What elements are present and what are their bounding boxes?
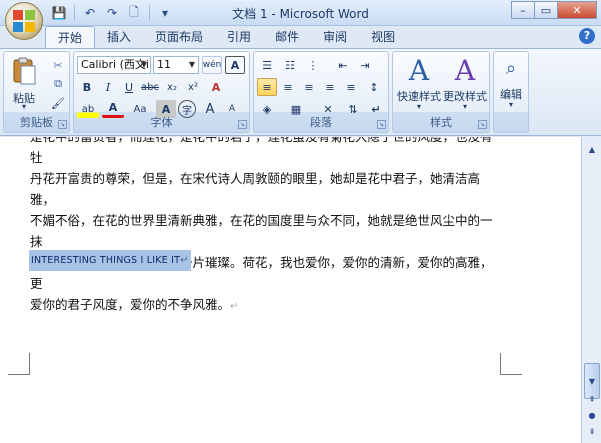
strikethrough-button[interactable]: abc xyxy=(140,78,160,96)
tab-home[interactable]: 开始 xyxy=(45,26,96,48)
styles-group: A 快速样式 ▾ A 更改样式 ▾ 样式 ↘ xyxy=(392,51,490,133)
editing-group: ⌕ 编辑 ▾ xyxy=(493,51,529,133)
chevron-down-icon[interactable]: ▾ xyxy=(494,100,528,109)
change-styles-icon[interactable]: A xyxy=(449,54,481,87)
ribbon-tabs: 开始 插入 页面布局 引用 邮件 审阅 视图 xyxy=(45,26,407,48)
format-painter-icon[interactable]: 🖌 xyxy=(48,94,68,112)
bold-button[interactable]: B xyxy=(77,78,97,96)
font-launcher-icon[interactable]: ↘ xyxy=(238,120,247,129)
office-logo-icon xyxy=(13,10,35,32)
copy-icon[interactable]: ⧉ xyxy=(48,75,68,93)
tab-view[interactable]: 视图 xyxy=(359,26,407,48)
increase-indent-icon[interactable]: ⇥ xyxy=(355,56,375,74)
heading-text: INTERESTING THINGS I LIKE IT xyxy=(31,255,181,266)
ribbon: 粘贴 ▾ ✂ ⧉ 🖌 剪贴板 ↘ Calibri (西文i ▼ 11 ▼ wén… xyxy=(0,48,601,136)
superscript-button[interactable]: x² xyxy=(183,78,203,96)
close-button[interactable]: ✕ xyxy=(557,1,597,19)
styles-launcher-icon[interactable]: ↘ xyxy=(478,120,487,129)
paragraph-line: 不媚不俗，在花的世界里清新典雅，在花的国度里与众不同，她就是绝世风尘中的一抹 xyxy=(30,213,493,249)
align-center-icon[interactable]: ≡ xyxy=(278,78,298,96)
tab-page-layout[interactable]: 页面布局 xyxy=(143,26,215,48)
underline-button[interactable]: U xyxy=(119,78,139,96)
paragraph-line: 是花中的富贵者，而莲花，是花中的君子，莲花虽没有菊花大隐于世的风度，也没有牡 xyxy=(30,137,493,165)
binoculars-icon[interactable]: ⌕ xyxy=(498,56,524,80)
scroll-down-icon[interactable]: ▼ xyxy=(584,373,600,389)
document-page[interactable]: 是花中的富贵者，而莲花，是花中的君子，莲花虽没有菊花大隐于世的风度，也没有牡 丹… xyxy=(0,137,581,443)
chevron-down-icon[interactable]: ▾ xyxy=(395,102,443,111)
numbering-icon[interactable]: ☷ xyxy=(280,56,300,74)
align-right-icon[interactable]: ≡ xyxy=(299,78,319,96)
paragraph-launcher-icon[interactable]: ↘ xyxy=(377,120,386,129)
distributed-icon[interactable]: ≡ xyxy=(341,78,361,96)
bullets-icon[interactable]: ☰ xyxy=(257,56,277,74)
quick-styles-icon[interactable]: A xyxy=(403,54,435,87)
tab-mailings[interactable]: 邮件 xyxy=(263,26,311,48)
margin-corner-mark xyxy=(500,353,522,375)
chevron-down-icon[interactable]: ▼ xyxy=(138,57,150,73)
font-group-label: 字体 xyxy=(150,116,173,129)
paragraph-mark-icon: ↵ xyxy=(180,255,189,266)
document-body[interactable]: 是花中的富贵者，而莲花，是花中的君子，莲花虽没有菊花大隐于世的风度，也没有牡 丹… xyxy=(30,137,502,317)
paragraph-line: 爱你的君子风度，爱你的不争风雅。↵ xyxy=(30,294,502,317)
phonetic-guide-icon[interactable]: wén xyxy=(202,56,222,74)
previous-page-icon[interactable]: ⇞ xyxy=(584,391,600,407)
line-spacing-icon[interactable]: ↕ xyxy=(364,78,384,96)
justify-icon[interactable]: ≡ xyxy=(320,78,340,96)
restore-button[interactable]: ▭ xyxy=(534,1,558,19)
selected-heading[interactable]: INTERESTING THINGS I LIKE IT↵ xyxy=(29,250,191,271)
font-size-combo[interactable]: 11 ▼ xyxy=(153,56,199,74)
browse-object-icon[interactable]: ● xyxy=(584,407,600,423)
clipboard-launcher-icon[interactable]: ↘ xyxy=(58,120,67,129)
subscript-button[interactable]: x₂ xyxy=(162,78,182,96)
char-border-icon[interactable]: A xyxy=(225,56,245,74)
vertical-scrollbar[interactable]: ▲ ▼ ⇞ ● ⇟ xyxy=(581,137,601,443)
minimize-button[interactable]: – xyxy=(511,1,535,19)
tab-review[interactable]: 审阅 xyxy=(311,26,359,48)
cut-icon[interactable]: ✂ xyxy=(48,56,68,74)
next-page-icon[interactable]: ⇟ xyxy=(584,423,600,439)
italic-button[interactable]: I xyxy=(98,78,118,96)
chevron-down-icon[interactable]: ▾ xyxy=(441,102,489,111)
align-left-icon[interactable]: ≡ xyxy=(257,78,277,96)
paste-icon[interactable] xyxy=(8,56,40,86)
paste-dropdown-arrow[interactable]: ▾ xyxy=(6,102,42,111)
margin-corner-mark xyxy=(8,353,30,375)
chevron-down-icon[interactable]: ▼ xyxy=(186,57,198,73)
help-icon[interactable]: ? xyxy=(579,28,595,44)
multilevel-list-icon[interactable]: ⋮ xyxy=(303,56,323,74)
window-controls: – ▭ ✕ xyxy=(511,1,597,19)
paragraph-group-label: 段落 xyxy=(310,116,332,129)
clipboard-group: 粘贴 ▾ ✂ ⧉ 🖌 剪贴板 ↘ xyxy=(3,51,70,133)
paragraph-line: 丹花开富贵的尊荣，但是，在宋代诗人周敦颐的眼里，她却是花中君子，她清洁高雅， xyxy=(30,171,481,207)
styles-group-label: 样式 xyxy=(430,116,452,129)
paragraph-group: ☰ ☷ ⋮ ⇤ ⇥ ≡ ≡ ≡ ≡ ≡ ↕ ◈ ▦ ✕ ⇅ ↵ 段落 ↘ xyxy=(253,51,389,133)
font-group: Calibri (西文i ▼ 11 ▼ wén A B I U abc x₂ x… xyxy=(73,51,250,133)
paragraph-line-text: 爱你的君子风度，爱你的不争风雅。 xyxy=(30,297,231,312)
scroll-up-icon[interactable]: ▲ xyxy=(584,141,600,157)
paragraph-mark-icon: ↵ xyxy=(230,301,239,312)
font-size-value: 11 xyxy=(157,58,171,71)
office-button[interactable] xyxy=(5,2,43,40)
clear-formatting-icon[interactable]: A xyxy=(206,78,226,96)
tab-insert[interactable]: 插入 xyxy=(95,26,143,48)
tab-references[interactable]: 引用 xyxy=(215,26,263,48)
title-bar: 💾 ↶ ↷ 🗋 ▾ 文档 1 - Microsoft Word – ▭ ✕ xyxy=(0,0,601,26)
font-name-combo[interactable]: Calibri (西文i ▼ xyxy=(77,56,151,74)
decrease-indent-icon[interactable]: ⇤ xyxy=(333,56,353,74)
